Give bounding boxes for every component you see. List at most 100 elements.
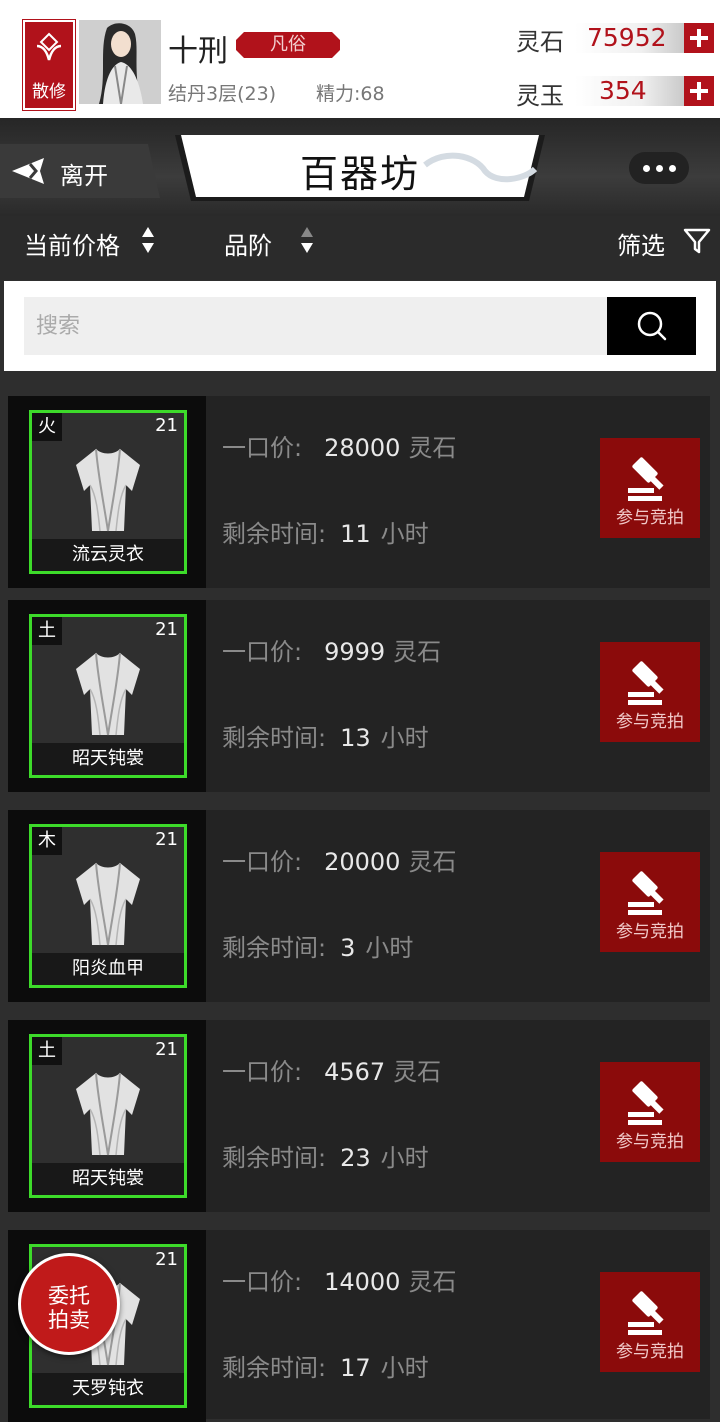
item-thumbnail[interactable]: 火 21 流云灵衣: [8, 396, 206, 588]
spirit-stone-box: 75952: [575, 23, 685, 53]
price-label: 一口价:: [222, 1268, 303, 1296]
title-plate: 百器坊: [175, 135, 545, 201]
more-dot-icon: [669, 165, 676, 172]
sect-badge[interactable]: 散修: [22, 19, 76, 111]
buyout-price: 一口价: 20000 灵石: [222, 842, 456, 877]
item-level: 21: [155, 829, 178, 850]
sort-by-price-button[interactable]: 当前价格: [24, 226, 120, 261]
more-button[interactable]: [629, 152, 689, 184]
remaining-time: 剩余时间: 11 小时: [222, 514, 429, 549]
price-currency: 灵石: [408, 848, 457, 876]
more-dot-icon: [656, 165, 663, 172]
time-label: 剩余时间:: [222, 520, 327, 548]
join-bid-label: 参与竞拍: [616, 508, 684, 528]
realm-tag: 凡俗: [236, 32, 340, 58]
join-bid-label: 参与竞拍: [616, 712, 684, 732]
join-bid-button[interactable]: 参与竞拍: [600, 1272, 700, 1372]
price-value: 28000: [324, 434, 401, 462]
time-label: 剩余时间:: [222, 934, 327, 962]
price-label: 一口价:: [222, 1058, 303, 1086]
item-frame: 木 21 阳炎血甲: [29, 824, 187, 988]
search-button[interactable]: [607, 297, 696, 355]
item-thumbnail[interactable]: 木 21 阳炎血甲: [8, 810, 206, 1002]
filter-button[interactable]: 筛选: [617, 226, 665, 261]
join-bid-button[interactable]: 参与竞拍: [600, 852, 700, 952]
item-name: 天罗钝衣: [32, 1373, 184, 1405]
join-bid-button[interactable]: 参与竞拍: [600, 642, 700, 742]
item-level: 21: [155, 415, 178, 436]
add-spirit-stone-button[interactable]: [684, 23, 714, 53]
join-bid-label: 参与竞拍: [616, 922, 684, 942]
buyout-price: 一口价: 4567 灵石: [222, 1052, 441, 1087]
element-badge: 土: [32, 617, 62, 645]
lotus-emblem-icon: [36, 32, 62, 61]
listing-item[interactable]: 土 21 昭天钝裳 一口价: 9999 灵石 剩余时间: 13 小时 参与竞拍: [8, 600, 710, 792]
gavel-icon: [628, 871, 664, 915]
time-unit: 小时: [380, 520, 429, 548]
price-value: 20000: [324, 848, 401, 876]
add-spirit-jade-button[interactable]: [684, 76, 714, 106]
search-icon: [637, 311, 667, 341]
listing-item[interactable]: 土 21 昭天钝裳 一口价: 4567 灵石 剩余时间: 23 小时 参与竞拍: [8, 1020, 710, 1212]
join-bid-button[interactable]: 参与竞拍: [600, 438, 700, 538]
time-unit: 小时: [380, 724, 429, 752]
sort-updown-icon: [142, 227, 154, 253]
element-badge: 木: [32, 827, 62, 855]
price-label: 一口价:: [222, 434, 303, 462]
consign-auction-button[interactable]: 委托 拍卖: [18, 1253, 120, 1355]
gavel-icon: [628, 1081, 664, 1125]
item-name: 阳炎血甲: [32, 953, 184, 985]
item-name: 流云灵衣: [32, 539, 184, 571]
robe-armor-icon: [76, 652, 140, 736]
gavel-icon: [628, 1291, 664, 1335]
join-bid-label: 参与竞拍: [616, 1132, 684, 1152]
remaining-time: 剩余时间: 3 小时: [222, 928, 413, 963]
item-thumbnail[interactable]: 土 21 昭天钝裳: [8, 1020, 206, 1212]
price-value: 9999: [324, 638, 386, 666]
filter-label: 筛选: [617, 232, 665, 260]
spirit-stone-value: 75952: [587, 23, 667, 52]
time-value: 17: [340, 1354, 371, 1382]
spirit-stone-label: 灵石: [516, 28, 564, 56]
energy-stat: 精力:68: [316, 83, 385, 105]
buyout-price: 一口价: 28000 灵石: [222, 428, 456, 463]
price-value: 4567: [324, 1058, 386, 1086]
listing-item[interactable]: 火 21 流云灵衣 一口价: 28000 灵石 剩余时间: 11 小时 参与竞拍: [8, 396, 710, 588]
robe-armor-icon: [76, 862, 140, 946]
time-unit: 小时: [380, 1144, 429, 1172]
listing-item[interactable]: 木 21 阳炎血甲 一口价: 20000 灵石 剩余时间: 3 小时 参与竞拍: [8, 810, 710, 1002]
item-level: 21: [155, 619, 178, 640]
item-frame: 火 21 流云灵衣: [29, 410, 187, 574]
buyout-price: 一口价: 14000 灵石: [222, 1262, 456, 1297]
sect-label: 散修: [32, 82, 66, 102]
join-bid-label: 参与竞拍: [616, 1342, 684, 1362]
time-label: 剩余时间:: [222, 1354, 327, 1382]
sort-price-label: 当前价格: [24, 232, 120, 260]
gavel-icon: [628, 457, 664, 501]
buyout-price: 一口价: 9999 灵石: [222, 632, 441, 667]
more-dot-icon: [643, 165, 650, 172]
remaining-time: 剩余时间: 23 小时: [222, 1138, 429, 1173]
avatar-portrait-icon: [79, 20, 161, 104]
price-value: 14000: [324, 1268, 401, 1296]
spirit-jade-label: 灵玉: [516, 82, 564, 110]
sort-grade-label: 品阶: [224, 232, 272, 260]
avatar[interactable]: [79, 20, 161, 104]
sort-by-grade-button[interactable]: 品阶: [224, 226, 272, 261]
item-frame: 土 21 昭天钝裳: [29, 1034, 187, 1198]
player-name: 十刑: [168, 34, 228, 69]
element-badge: 土: [32, 1037, 62, 1065]
item-thumbnail[interactable]: 土 21 昭天钝裳: [8, 600, 206, 792]
item-name: 昭天钝裳: [32, 1163, 184, 1195]
consign-line2: 拍卖: [48, 1308, 90, 1332]
leave-button[interactable]: 离开: [0, 140, 160, 202]
leave-label: 离开: [60, 162, 108, 190]
spirit-jade-box: 354: [575, 76, 685, 106]
price-currency: 灵石: [408, 1268, 457, 1296]
search-input[interactable]: [24, 297, 608, 355]
filter-funnel-icon[interactable]: [683, 227, 711, 255]
price-currency: 灵石: [408, 434, 457, 462]
join-bid-button[interactable]: 参与竞拍: [600, 1062, 700, 1162]
remaining-time: 剩余时间: 17 小时: [222, 1348, 429, 1383]
item-name: 昭天钝裳: [32, 743, 184, 775]
